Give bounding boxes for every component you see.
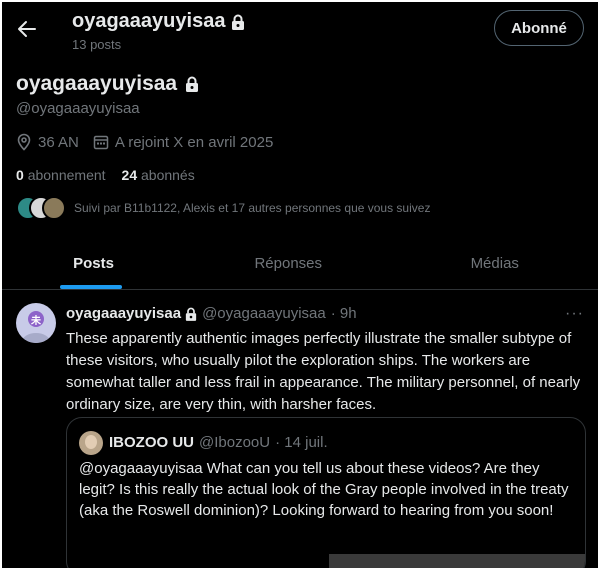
location-text: 36 AN bbox=[38, 133, 79, 151]
profile-location: 36 AN bbox=[16, 133, 79, 151]
quoted-author-handle: @IbozooU bbox=[199, 434, 271, 451]
avatar-face bbox=[85, 435, 97, 449]
tweet-handle[interactable]: @oyagaaayuyisaa bbox=[202, 305, 326, 322]
profile-name-text: oyagaaayuyisaa bbox=[16, 72, 178, 95]
avatar-badge: 未 bbox=[28, 311, 44, 327]
avatar[interactable]: 未 bbox=[16, 303, 56, 343]
more-icon[interactable]: ··· bbox=[565, 305, 584, 323]
profile-name: oyagaaayuyisaa bbox=[16, 72, 199, 96]
quoted-tweet-text: @oyagaaayuyisaa What can you tell us abo… bbox=[79, 460, 569, 519]
profile-stats: 0 abonnement 24 abonnés bbox=[16, 167, 195, 183]
joined-text: A rejoint X en avril 2025 bbox=[114, 133, 274, 151]
profile-joined: A rejoint X en avril 2025 bbox=[93, 134, 273, 151]
followed-by-text: Suivi par B11b1122, Alexis et 17 autres … bbox=[74, 201, 431, 215]
profile-tabs: Posts Réponses Médias bbox=[2, 238, 598, 290]
quoted-tweet[interactable]: IBOZOO UU @IbozooU · 14 juil. @oyagaaayu… bbox=[66, 417, 586, 568]
location-pin-icon bbox=[16, 133, 32, 151]
tweet-author-name: oyagaaayuyisaa bbox=[66, 305, 182, 322]
avatar bbox=[42, 196, 66, 220]
tab-replies-label: Réponses bbox=[254, 255, 323, 272]
tab-media[interactable]: Médias bbox=[392, 238, 599, 289]
tweet[interactable]: 未 oyagaaayuyisaa @oyagaaayuyisaa · 9h ··… bbox=[2, 291, 598, 568]
quoted-media-preview[interactable] bbox=[329, 554, 585, 568]
top-bar: oyagaaayuyisaa 13 posts Abonné bbox=[2, 2, 598, 58]
follower-avatars bbox=[16, 196, 66, 220]
tweet-date[interactable]: · 9h bbox=[331, 305, 357, 322]
header-name-text: oyagaaayuyisaa bbox=[72, 10, 226, 32]
tweet-text: These apparently authentic images perfec… bbox=[66, 330, 581, 413]
active-tab-indicator bbox=[60, 285, 122, 289]
tab-media-label: Médias bbox=[470, 255, 519, 272]
back-arrow-icon bbox=[17, 19, 37, 39]
calendar-icon bbox=[93, 134, 109, 150]
followers-label: abonnés bbox=[141, 167, 195, 183]
lock-icon bbox=[231, 14, 245, 30]
header-name: oyagaaayuyisaa bbox=[72, 10, 245, 33]
followed-by[interactable]: Suivi par B11b1122, Alexis et 17 autres … bbox=[16, 196, 430, 220]
profile-handle: @oyagaaayuyisaa bbox=[16, 100, 140, 117]
tweet-header: oyagaaayuyisaa @oyagaaayuyisaa · 9h bbox=[66, 305, 357, 322]
quoted-tweet-header: IBOZOO UU @IbozooU · 14 juil. bbox=[109, 434, 328, 451]
quoted-date: · 14 juil. bbox=[275, 434, 328, 451]
profile-page: oyagaaayuyisaa 13 posts Abonné oyagaaayu… bbox=[2, 2, 598, 568]
lock-icon bbox=[185, 76, 199, 92]
back-button[interactable] bbox=[12, 14, 42, 44]
tab-posts-label: Posts bbox=[73, 255, 114, 272]
followers-count: 24 bbox=[121, 167, 138, 183]
following-button[interactable]: Abonné bbox=[494, 10, 584, 46]
quoted-author-name: IBOZOO UU bbox=[109, 434, 194, 451]
tab-posts[interactable]: Posts bbox=[2, 238, 185, 289]
lock-icon bbox=[185, 307, 197, 321]
tweet-author[interactable]: oyagaaayuyisaa bbox=[66, 305, 197, 322]
following-link[interactable]: 0 abonnement bbox=[16, 167, 106, 183]
following-count: 0 bbox=[16, 167, 24, 183]
avatar-body bbox=[22, 333, 50, 343]
profile-meta: 36 AN A rejoint X en avril 2025 bbox=[16, 133, 287, 151]
followers-link[interactable]: 24 abonnés bbox=[122, 167, 195, 183]
following-label: abonnement bbox=[27, 167, 106, 183]
tab-replies[interactable]: Réponses bbox=[185, 238, 392, 289]
avatar bbox=[79, 431, 103, 455]
post-count: 13 posts bbox=[72, 37, 122, 52]
